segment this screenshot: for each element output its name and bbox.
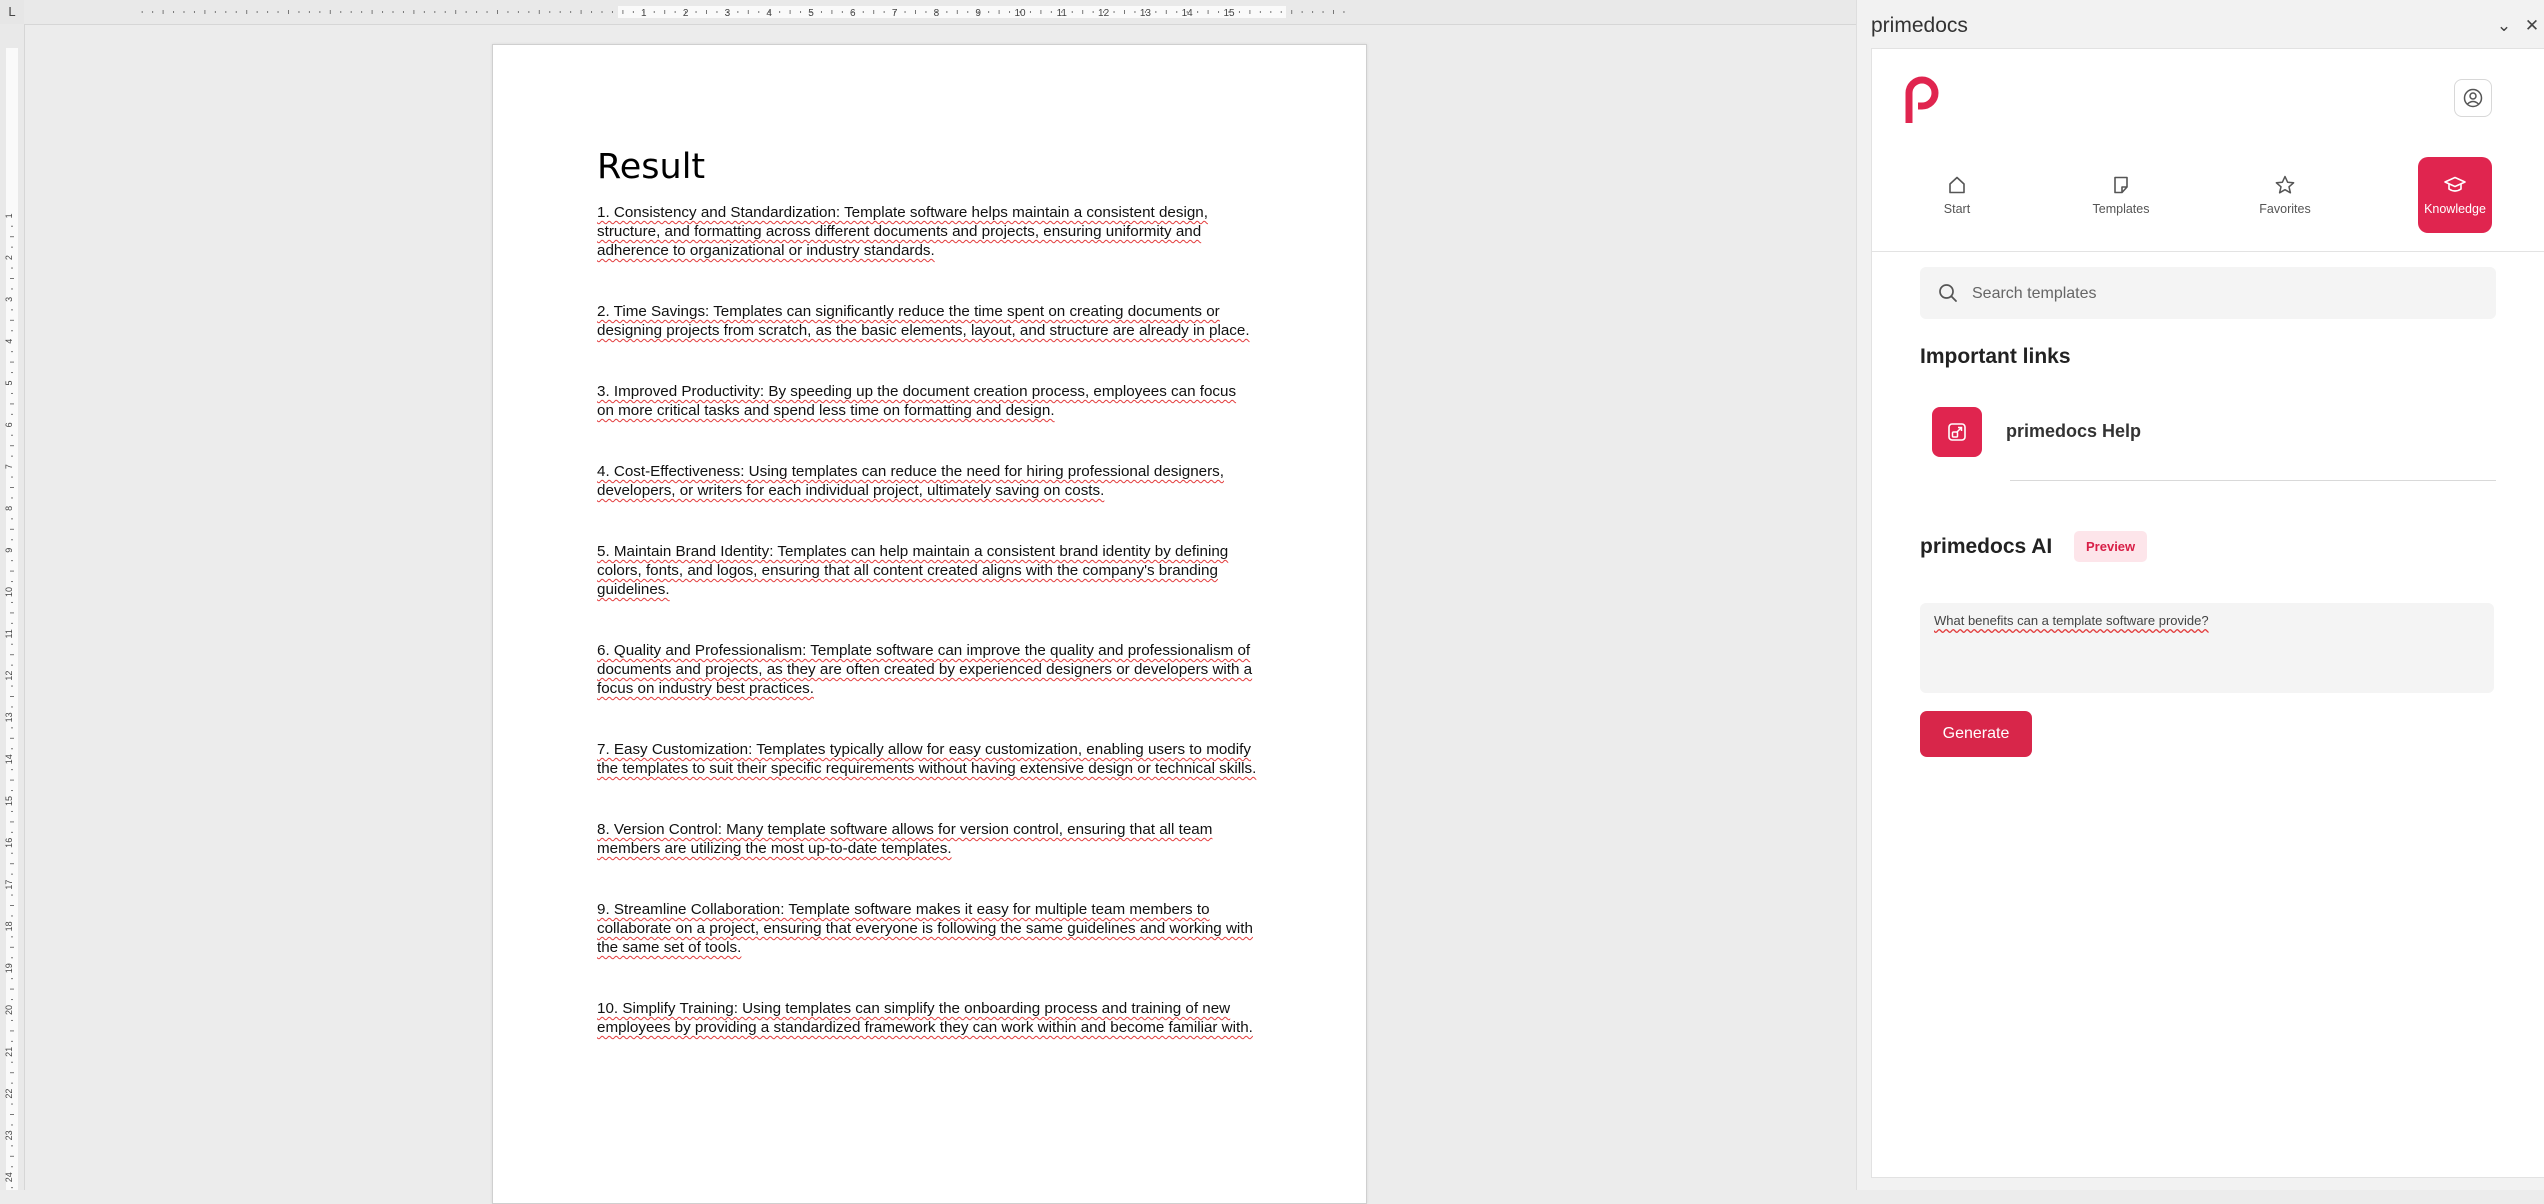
list-item: 6. Quality and Professionalism: Template… (597, 642, 1253, 697)
ruler-number: 12 (1098, 8, 1110, 19)
ruler-number: 10 (1014, 8, 1026, 19)
ruler-number: 1 (4, 213, 14, 218)
panel-nav: Start Templates Favorites Knowledge (1872, 157, 2544, 247)
user-icon (2463, 88, 2483, 108)
ruler-number: 15 (1223, 8, 1235, 19)
ruler-number: 9 (975, 8, 981, 19)
close-icon[interactable]: ✕ (2521, 16, 2543, 36)
tab-favorites[interactable]: Favorites (2248, 157, 2322, 233)
search-icon (1939, 284, 1957, 302)
tab-knowledge[interactable]: Knowledge (2418, 157, 2492, 233)
profile-button[interactable] (2454, 79, 2492, 117)
home-icon (1949, 176, 1965, 194)
horizontal-ruler[interactable]: 1 2 3 4 5 6 7 8 9 10 11 12 13 14 15 (24, 0, 1856, 25)
tab-start-label: Start (1943, 202, 1971, 216)
list-item: 5. Maintain Brand Identity: Templates ca… (597, 543, 1229, 598)
list-item: 1. Consistency and Standardization: Temp… (597, 204, 1208, 259)
tab-templates-label: Templates (2092, 202, 2150, 216)
list-item: 9. Streamline Collaboration: Template so… (597, 901, 1253, 956)
ruler-number: 2 (683, 8, 689, 19)
ruler-number: 23 (4, 1130, 14, 1140)
primedocs-help-link[interactable]: primedocs Help (1932, 407, 2492, 459)
ruler-number: 13 (1140, 8, 1152, 19)
ruler-number: 24 (4, 1172, 14, 1182)
tab-templates[interactable]: Templates (2084, 157, 2158, 233)
search-input[interactable] (1970, 267, 2474, 321)
vertical-ruler[interactable]: 1 2 3 4 5 6 7 8 9 10 11 12 13 14 15 16 17 18 19 20 21 22 23 24 (0, 24, 25, 1190)
ruler-number: 8 (934, 8, 940, 19)
ruler-number: 7 (892, 8, 898, 19)
ruler-number: 4 (766, 8, 772, 19)
tab-favorites-label: Favorites (2259, 202, 2311, 216)
divider (1872, 251, 2544, 252)
ruler-number: 17 (4, 880, 14, 890)
preview-badge: Preview (2074, 531, 2148, 562)
graduation-cap-icon (2444, 176, 2466, 192)
ruler-number: 5 (808, 8, 814, 19)
template-icon (2114, 176, 2128, 194)
ai-prompt-text: What benefits can a template software pr… (1934, 613, 2209, 628)
ruler-number: 8 (4, 506, 14, 511)
ruler-number: 14 (1182, 8, 1194, 19)
list-item: 3. Improved Productivity: By speeding up… (597, 383, 1237, 419)
important-links-heading: Important links (1920, 345, 2071, 368)
document-body[interactable]: 1. Consistency and Standardization: Temp… (597, 203, 1257, 1079)
primedocs-panel: primedocs ⌄ ✕ Start Templates Favorites … (1856, 0, 2544, 1190)
ruler-number: 20 (4, 1005, 14, 1015)
ruler-number: 22 (4, 1089, 14, 1099)
ruler-number: 21 (4, 1047, 14, 1057)
ruler-number: 18 (4, 921, 14, 931)
star-icon (2275, 175, 2295, 194)
ruler-ticks: 1 2 3 4 5 6 7 8 9 10 11 12 13 14 15 (141, 8, 1345, 19)
document-title: Result (597, 147, 706, 187)
ruler-number: 10 (4, 587, 14, 597)
ruler-number: 14 (4, 754, 14, 764)
ruler-number: 6 (850, 8, 856, 19)
ruler-number: 3 (725, 8, 731, 19)
panel-content: Start Templates Favorites Knowledge Sear… (1871, 48, 2544, 1178)
divider (2010, 480, 2496, 481)
ruler-number: 6 (4, 422, 14, 427)
ruler-tab-selector[interactable]: L (0, 0, 24, 24)
ruler-number: 12 (4, 671, 14, 681)
tab-start[interactable]: Start (1920, 157, 1994, 233)
search-box[interactable] (1920, 267, 2496, 321)
ruler-number: 11 (1057, 8, 1068, 19)
vertical-ruler-ticks: 123456789101112131415161718192021222324 (4, 213, 14, 1189)
ruler-number: 19 (4, 963, 14, 973)
ruler-number: 2 (4, 255, 14, 260)
ruler-number: 4 (4, 339, 14, 344)
generate-button[interactable]: Generate (1920, 711, 2032, 757)
ruler-number: 13 (4, 712, 14, 722)
ai-heading: primedocs AI (1920, 535, 2053, 558)
chevron-down-icon[interactable]: ⌄ (2493, 16, 2515, 36)
ruler-number: 11 (4, 629, 14, 638)
help-link-label: primedocs Help (2006, 421, 2142, 441)
document-editor: L 1 2 3 4 5 6 7 8 9 10 11 12 13 14 15 1 2 3 4 5 6 7 8 9 10 11 12 1… (0, 0, 1856, 1204)
list-item: 7. Easy Customization: Templates typical… (597, 741, 1257, 777)
ai-prompt-textarea[interactable]: What benefits can a template software pr… (1920, 603, 2494, 693)
list-item: 8. Version Control: Many template softwa… (597, 821, 1213, 857)
ruler-number: 3 (4, 297, 14, 302)
list-item: 10. Simplify Training: Using templates c… (597, 1000, 1253, 1036)
document-page[interactable]: Result 1. Consistency and Standardizatio… (492, 44, 1367, 1204)
ruler-number: 7 (4, 464, 14, 469)
ruler-number: 1 (641, 8, 647, 19)
primedocs-logo (1902, 73, 1942, 130)
list-item: 4. Cost-Effectiveness: Using templates c… (597, 463, 1224, 499)
panel-title: primedocs (1871, 14, 1968, 37)
help-link-icon-box (1932, 407, 1982, 457)
external-link-icon (1948, 423, 1966, 441)
ruler-number: 5 (4, 380, 14, 385)
ruler-number: 16 (4, 838, 14, 848)
tab-knowledge-label: Knowledge (2424, 202, 2486, 216)
ruler-number: 9 (4, 548, 14, 553)
ruler-number: 15 (4, 796, 14, 806)
list-item: 2. Time Savings: Templates can significa… (597, 303, 1250, 339)
